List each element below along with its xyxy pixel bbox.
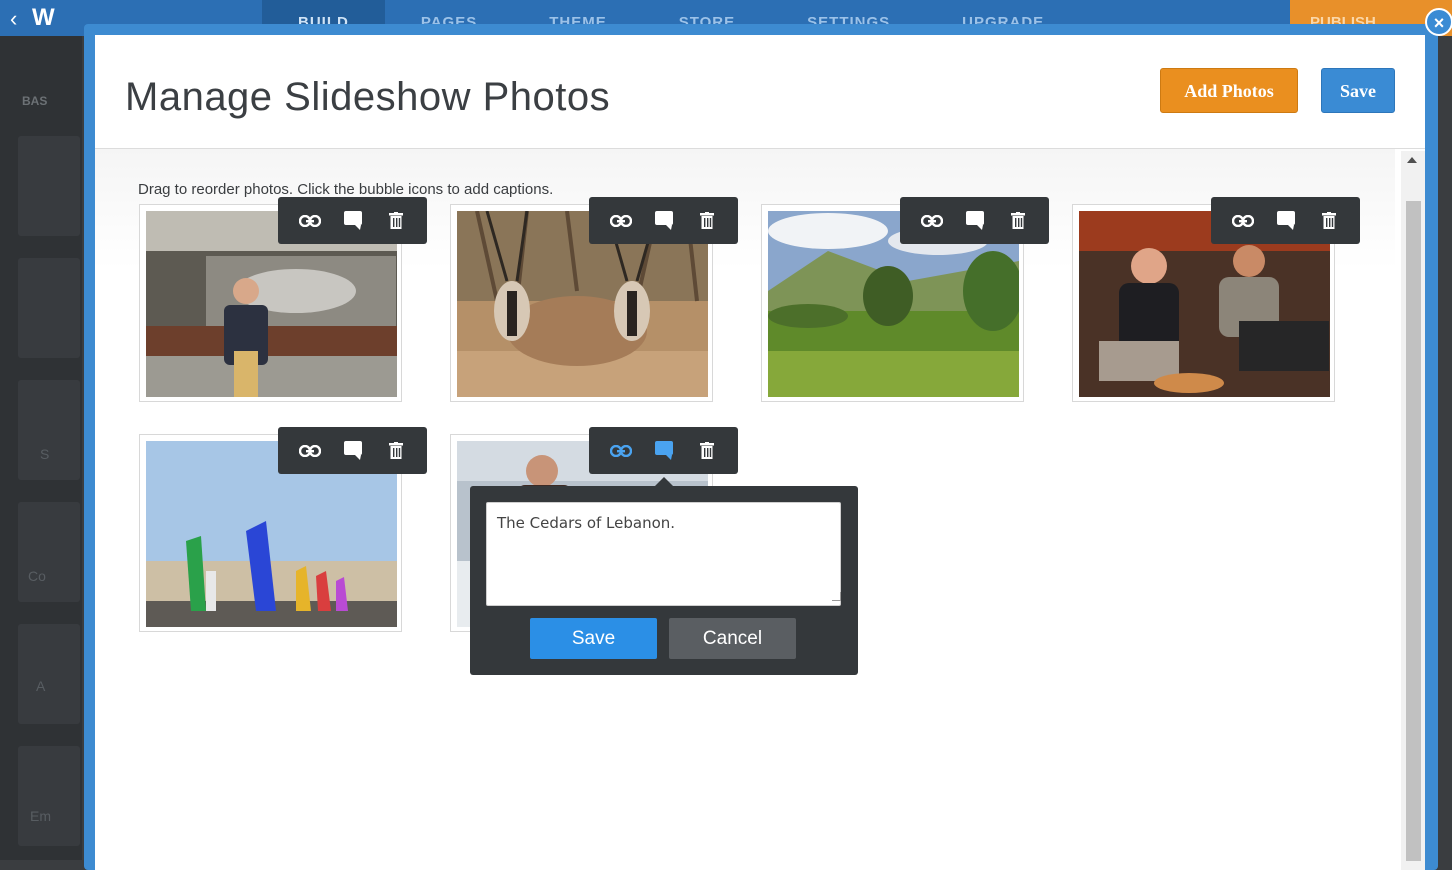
sidebar-tile[interactable] xyxy=(18,624,80,724)
instructions-text: Drag to reorder photos. Click the bubble… xyxy=(138,181,554,198)
sidebar-tile[interactable] xyxy=(18,502,80,602)
caption-cancel-button[interactable]: Cancel xyxy=(669,618,796,659)
save-button[interactable]: Save xyxy=(1321,68,1395,113)
trash-icon[interactable] xyxy=(1006,211,1030,231)
sidebar-tile[interactable] xyxy=(18,746,80,846)
sidebar-tile[interactable] xyxy=(18,136,80,236)
editor-sidebar: BAS S Co A Em xyxy=(0,36,82,860)
sidebar-section-label: BAS xyxy=(22,94,48,108)
scrollbar-thumb[interactable] xyxy=(1406,201,1421,861)
photo-toolbar xyxy=(278,427,427,474)
scrollbar[interactable] xyxy=(1401,151,1425,870)
back-chevron-icon[interactable]: ‹ xyxy=(10,6,17,32)
close-modal-icon[interactable]: × xyxy=(1425,8,1452,36)
sidebar-tile-label: A xyxy=(36,678,46,694)
link-icon[interactable] xyxy=(609,441,633,461)
sidebar-tile[interactable] xyxy=(18,258,80,358)
link-icon[interactable] xyxy=(298,211,322,231)
sidebar-tile-label: Co xyxy=(28,568,46,584)
sidebar-tile-label: S xyxy=(40,446,50,462)
link-icon[interactable] xyxy=(298,441,322,461)
sidebar-tile-label: Em xyxy=(30,808,51,824)
sidebar-tile[interactable] xyxy=(18,380,80,480)
caption-save-button[interactable]: Save xyxy=(530,618,657,659)
trash-icon[interactable] xyxy=(695,211,719,231)
scroll-up-arrow-icon[interactable] xyxy=(1407,157,1417,163)
photo-toolbar-active xyxy=(589,427,738,474)
photo-toolbar xyxy=(900,197,1049,244)
photo-toolbar xyxy=(1211,197,1360,244)
trash-icon[interactable] xyxy=(384,211,408,231)
caption-bubble-icon[interactable] xyxy=(963,210,987,231)
caption-bubble-icon[interactable] xyxy=(1274,210,1298,231)
modal-header: Manage Slideshow Photos Add Photos Save xyxy=(95,35,1425,149)
link-icon[interactable] xyxy=(1231,211,1255,231)
link-icon[interactable] xyxy=(609,211,633,231)
logo: W xyxy=(32,4,55,31)
popup-arrow xyxy=(655,477,673,486)
trash-icon[interactable] xyxy=(695,441,719,461)
add-photos-button[interactable]: Add Photos xyxy=(1160,68,1298,113)
caption-bubble-icon[interactable] xyxy=(341,440,365,461)
caption-bubble-icon[interactable] xyxy=(652,210,676,231)
photo-toolbar xyxy=(589,197,738,244)
caption-bubble-icon[interactable] xyxy=(652,440,676,461)
caption-bubble-icon[interactable] xyxy=(341,210,365,231)
modal-title: Manage Slideshow Photos xyxy=(125,75,611,119)
textarea-resize-handle[interactable] xyxy=(832,592,841,601)
link-icon[interactable] xyxy=(920,211,944,231)
trash-icon[interactable] xyxy=(384,441,408,461)
trash-icon[interactable] xyxy=(1317,211,1341,231)
caption-popup: The Cedars of Lebanon. Save Cancel xyxy=(470,477,858,675)
caption-textarea[interactable]: The Cedars of Lebanon. xyxy=(486,502,841,606)
photo-toolbar xyxy=(278,197,427,244)
